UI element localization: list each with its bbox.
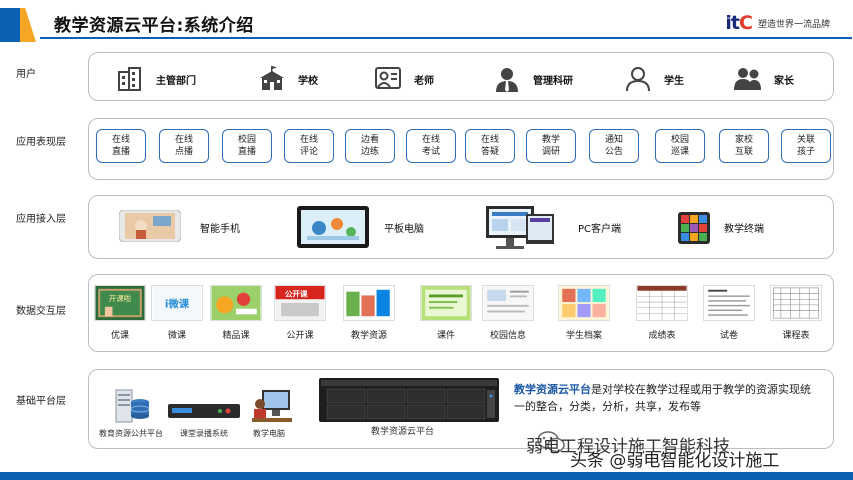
user-item-school: 学校 — [258, 66, 318, 92]
app-chip-live[interactable]: 在线 直播 — [96, 129, 146, 163]
data-label: 优课 — [110, 331, 129, 341]
layer-label-data: 数据交互层 — [16, 306, 66, 317]
users-layer: 主管部门 学校 老师 管理科研 学生 家长 — [88, 52, 834, 101]
user-label: 学生 — [664, 75, 684, 87]
app-chip-qa[interactable]: 在线 答疑 — [465, 129, 515, 163]
base-label-recording: 课堂录播系统 — [180, 429, 228, 438]
thumb-gongkai: 公开课 — [274, 285, 326, 321]
thumb-youke: 开课啦 — [94, 285, 146, 321]
layer-label-apps: 应用表现层 — [16, 137, 66, 148]
app-chip-home-school[interactable]: 家校 互联 — [719, 129, 769, 163]
user-label: 家长 — [774, 75, 794, 87]
app-chip-survey[interactable]: 教学 调研 — [526, 129, 576, 163]
user-label: 老师 — [414, 75, 434, 87]
thumb-jingpin — [210, 285, 262, 321]
data-label: 微课 — [167, 331, 186, 341]
brand-slogan: 塑造世界一流品牌 — [757, 19, 830, 30]
layer-label-users: 用户 — [16, 69, 36, 80]
cloud-server-image — [319, 378, 499, 422]
tablet-image — [297, 206, 369, 248]
layer-label-base: 基础平台层 — [16, 396, 66, 407]
data-label: 精品课 — [222, 331, 250, 341]
user-item-manager: 管理科研 — [493, 66, 573, 92]
access-layer: 智能手机 平板电脑 PC客户端 教学终端 — [88, 195, 834, 259]
app-chip-vod[interactable]: 在线 点播 — [159, 129, 209, 163]
thumb-courseware — [420, 285, 472, 321]
footer-bar — [0, 472, 853, 480]
watermark-line2: 头条 @弱电智能化设计施工 — [570, 451, 780, 471]
user-label: 学校 — [298, 75, 318, 87]
data-label: 学生档案 — [565, 331, 602, 341]
thumb-timetable — [770, 285, 822, 321]
data-label: 校园信息 — [489, 331, 526, 341]
access-label-pc: PC客户端 — [578, 224, 622, 235]
user-label: 主管部门 — [156, 75, 196, 87]
base-label-cloud-platform: 教学资源云平台 — [371, 427, 435, 437]
data-label: 课程表 — [782, 331, 810, 341]
brand: itC 塑造世界一流品牌 — [725, 12, 830, 34]
title-accent-shape — [0, 8, 36, 42]
thumb-campus-info — [482, 285, 534, 321]
user-item-parents: 家长 — [734, 66, 794, 92]
app-chip-campus-live[interactable]: 校园 直播 — [222, 129, 272, 163]
title-bar: 教学资源云平台:系统介绍 itC 塑造世界一流品牌 — [40, 9, 852, 39]
app-chip-child[interactable]: 关联 孩子 — [781, 129, 831, 163]
svg-text:开课啦: 开课啦 — [109, 293, 132, 303]
teaching-computer-icon — [252, 390, 292, 422]
data-layer: 开课啦 优课 i微课 微课 精品课 公开课 公开课 教学资源 课件 校园信息 学… — [88, 274, 834, 352]
description-highlight: 教学资源云平台 — [514, 383, 591, 396]
data-label: 成绩表 — [648, 331, 676, 341]
thumb-score-sheet — [636, 285, 688, 321]
thumb-exam-paper — [703, 285, 755, 321]
app-chip-exam[interactable]: 在线 考试 — [406, 129, 456, 163]
pc-client-image — [486, 206, 554, 249]
user-label: 管理科研 — [533, 75, 573, 87]
user-item-student: 学生 — [624, 66, 684, 92]
building-icon — [118, 67, 141, 91]
platform-description: 教学资源云平台是对学校在教学过程或用于教学的资源实现统一的整合，分类，分析，共享… — [514, 381, 814, 415]
app-chip-practice[interactable]: 边看 边练 — [345, 129, 395, 163]
data-label: 试卷 — [719, 331, 738, 341]
database-server-icon — [115, 389, 150, 423]
data-label: 课件 — [436, 331, 455, 341]
header: 教学资源云平台:系统介绍 itC 塑造世界一流品牌 — [0, 0, 853, 48]
app-chip-patrol[interactable]: 校园 巡课 — [655, 129, 705, 163]
user-item-teacher: 老师 — [374, 66, 434, 92]
thumb-student-file — [558, 285, 610, 321]
access-label-smartphone: 智能手机 — [200, 224, 240, 235]
app-chip-review[interactable]: 在线 评论 — [284, 129, 334, 163]
app-chip-notice[interactable]: 通知 公告 — [589, 129, 639, 163]
manager-icon — [496, 68, 518, 92]
teacher-icon — [375, 67, 401, 89]
thumb-resources — [343, 285, 395, 321]
svg-text:公开课: 公开课 — [285, 288, 308, 298]
smartphone-image — [119, 210, 181, 242]
base-label-computer: 教学电脑 — [253, 429, 285, 438]
recording-system-icon — [168, 404, 240, 418]
brand-logo: itC — [725, 12, 753, 34]
thumb-weike: i微课 — [151, 285, 203, 321]
user-item-department: 主管部门 — [116, 66, 196, 92]
apps-layer: 在线 直播 在线 点播 校园 直播 在线 评论 边看 边练 在线 考试 在线 答… — [88, 118, 834, 180]
base-label-public-platform: 教育资源公共平台 — [99, 429, 163, 438]
student-icon — [626, 67, 650, 92]
data-label: 教学资源 — [350, 331, 387, 341]
page-title: 教学资源云平台:系统介绍 — [54, 16, 254, 36]
access-label-terminal: 教学终端 — [724, 224, 764, 235]
teaching-terminal-image — [678, 212, 710, 244]
access-label-tablet: 平板电脑 — [384, 224, 424, 235]
school-icon — [260, 66, 284, 90]
parents-icon — [734, 68, 761, 90]
layer-label-access: 应用接入层 — [16, 214, 66, 225]
svg-text:i微课: i微课 — [165, 298, 190, 311]
data-label: 公开课 — [286, 331, 314, 341]
